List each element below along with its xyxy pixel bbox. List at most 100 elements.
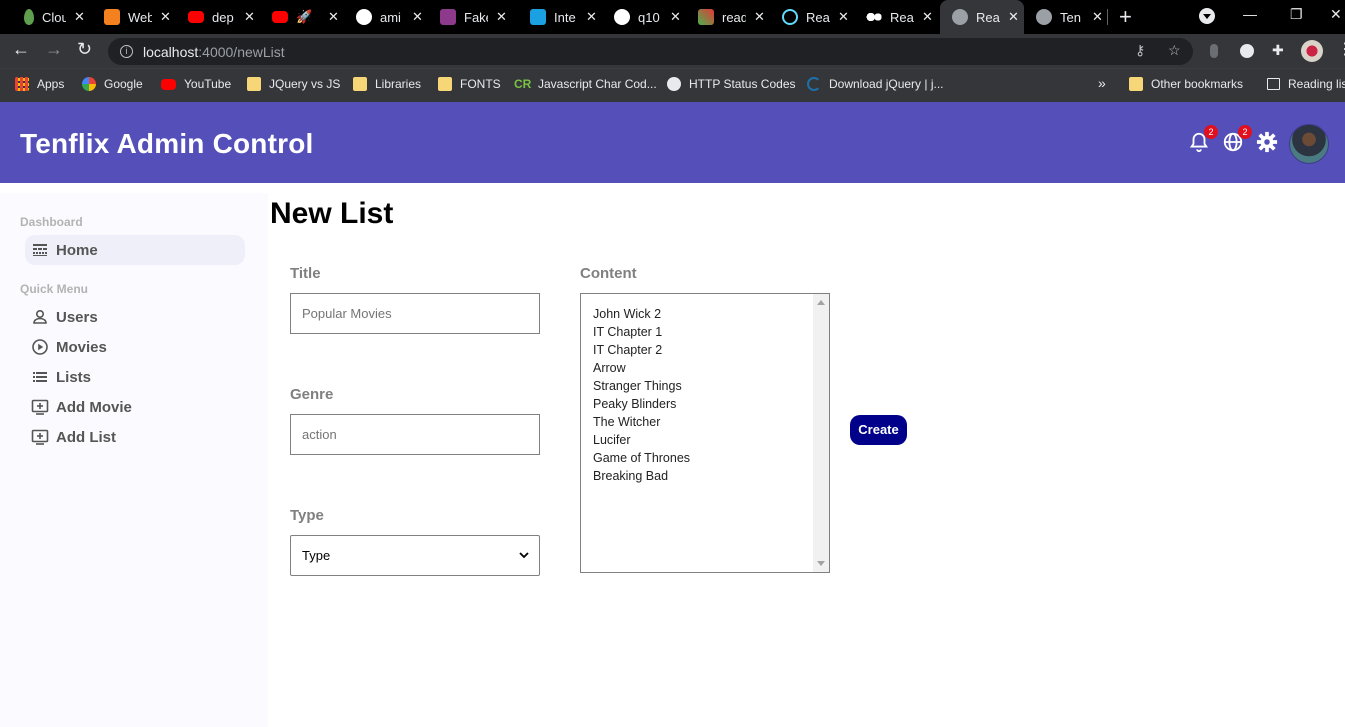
extension-icon[interactable] <box>1210 44 1218 58</box>
password-key-icon[interactable]: ⚷ <box>1135 42 1145 59</box>
bookmark-apps[interactable]: Apps <box>15 77 64 91</box>
browser-tab[interactable]: Inte ✕ <box>518 0 602 34</box>
content-option[interactable]: Peaky Blinders <box>593 395 690 413</box>
bookmark-folder-fonts[interactable]: FONTS <box>438 77 501 91</box>
user-avatar[interactable] <box>1289 124 1329 164</box>
youtube-icon <box>161 78 176 90</box>
close-tab-icon[interactable]: ✕ <box>328 9 339 25</box>
close-window-button[interactable]: ✕ <box>1330 6 1342 23</box>
content-option[interactable]: Stranger Things <box>593 377 690 395</box>
sidebar-item-users[interactable]: Users <box>25 302 245 332</box>
close-tab-icon[interactable]: ✕ <box>244 9 255 25</box>
content-scrollbar[interactable] <box>813 294 829 572</box>
browser-tab-strip: Cloud✕ Web✕ dep✕ 🚀✕ ami✕ Fake✕ Inte✕ q10… <box>0 0 1345 34</box>
sidebar-item-add-list[interactable]: Add List <box>25 422 245 452</box>
bookmark-other-bookmarks[interactable]: Other bookmarks <box>1129 77 1243 91</box>
language-badge: 2 <box>1238 125 1252 139</box>
bookmark-youtube[interactable]: YouTube <box>161 77 231 91</box>
back-arrow-icon[interactable]: ← <box>12 39 30 60</box>
bookmark-star-icon[interactable]: ☆ <box>1168 42 1181 59</box>
sidebar-item-lists[interactable]: Lists <box>25 362 245 392</box>
profile-avatar[interactable] <box>1301 40 1323 62</box>
close-tab-icon[interactable]: ✕ <box>922 9 933 25</box>
address-bar[interactable]: i localhost:4000/newList <box>108 38 1193 65</box>
sidebar-section-dashboard: Dashboard <box>20 215 83 229</box>
list-icon <box>33 372 47 382</box>
sidebar-item-movies[interactable]: Movies <box>25 332 245 362</box>
content-option[interactable]: IT Chapter 2 <box>593 341 690 359</box>
restore-window-button[interactable]: ❐ <box>1290 6 1303 23</box>
bookmark-javascript-char-codes[interactable]: CR Javascript Char Cod... <box>514 77 657 91</box>
content-option[interactable]: Lucifer <box>593 431 690 449</box>
content-option[interactable]: IT Chapter 1 <box>593 323 690 341</box>
page-title: New List <box>270 197 394 230</box>
sidebar-item-add-movie[interactable]: Add Movie <box>25 392 245 422</box>
browser-tab[interactable]: Web ✕ <box>92 0 176 34</box>
content-option[interactable]: Game of Thrones <box>593 449 690 467</box>
content-option[interactable]: Breaking Bad <box>593 467 690 485</box>
browser-tab-active[interactable]: Rea ✕ <box>940 0 1024 34</box>
browser-tab[interactable]: Fake✕ <box>428 0 512 34</box>
add-to-queue-icon <box>31 429 49 445</box>
browser-tab[interactable]: Rea ✕ <box>770 0 854 34</box>
create-button[interactable]: Create <box>850 415 907 445</box>
close-tab-icon[interactable]: ✕ <box>670 9 681 25</box>
browser-tab[interactable]: q10 ✕ <box>602 0 686 34</box>
bookmark-google[interactable]: Google <box>82 77 143 91</box>
close-tab-icon[interactable]: ✕ <box>1008 9 1019 25</box>
type-select[interactable]: Type <box>290 535 540 576</box>
minimize-window-button[interactable]: — <box>1243 6 1257 22</box>
bookmark-download-jquery[interactable]: Download jQuery | j... <box>807 77 944 91</box>
extensions-puzzle-icon[interactable]: ✚ <box>1272 42 1284 59</box>
tab-search-button[interactable] <box>1199 8 1215 24</box>
github-icon <box>614 9 630 25</box>
title-input[interactable]: Popular Movies <box>290 293 540 334</box>
sidebar-item-home[interactable]: Home <box>25 235 245 265</box>
folder-icon <box>353 77 367 91</box>
browser-tab[interactable]: Cloud✕ <box>12 0 92 34</box>
browser-tab[interactable]: Rea ✕ <box>854 0 938 34</box>
content-option[interactable]: John Wick 2 <box>593 305 690 323</box>
reading-list-icon <box>1267 78 1280 90</box>
scroll-up-arrow-icon[interactable] <box>817 300 825 305</box>
app-logo[interactable]: Tenflix Admin Control <box>20 128 314 160</box>
reload-icon[interactable]: ↻ <box>77 39 92 60</box>
browser-tab[interactable]: 🚀 ✕ <box>260 0 344 34</box>
browser-tab[interactable]: dep ✕ <box>176 0 260 34</box>
forward-arrow-icon[interactable]: → <box>45 39 63 60</box>
browser-tab[interactable]: ami ✕ <box>344 0 428 34</box>
site-info-icon[interactable]: i <box>120 45 133 58</box>
reading-list-button[interactable]: Reading list <box>1267 77 1345 91</box>
bookmark-folder-jquery-vs-js[interactable]: JQuery vs JS <box>247 77 340 91</box>
medium-icon <box>866 9 882 25</box>
bookmark-folder-libraries[interactable]: Libraries <box>353 77 421 91</box>
close-tab-icon[interactable]: ✕ <box>754 9 765 25</box>
new-tab-button[interactable]: + <box>1119 4 1132 30</box>
type-select-value: Type <box>302 548 331 563</box>
close-tab-icon[interactable]: ✕ <box>586 9 597 25</box>
content-option[interactable]: The Witcher <box>593 413 690 431</box>
content-option[interactable]: Arrow <box>593 359 690 377</box>
genre-input[interactable]: action <box>290 414 540 455</box>
content-multiselect[interactable]: John Wick 2 IT Chapter 1 IT Chapter 2 Ar… <box>580 293 830 573</box>
close-tab-icon[interactable]: ✕ <box>160 9 171 25</box>
chevron-down-icon <box>519 552 529 559</box>
github-icon <box>356 9 372 25</box>
close-tab-icon[interactable]: ✕ <box>74 9 85 25</box>
browser-tab[interactable]: Ten ✕ <box>1024 0 1108 34</box>
extension-circle-icon[interactable] <box>1240 44 1254 58</box>
close-tab-icon[interactable]: ✕ <box>838 9 849 25</box>
bookmarks-overflow-button[interactable]: » <box>1098 75 1106 91</box>
sparkle-icon <box>698 9 714 25</box>
browser-tab[interactable]: read ✕ <box>686 0 770 34</box>
language-button[interactable]: 2 <box>1222 125 1252 155</box>
cr-icon: CR <box>514 77 532 91</box>
bookmark-http-status-codes[interactable]: HTTP Status Codes <box>667 77 796 91</box>
menu-icon[interactable]: ⋮ <box>1337 39 1345 59</box>
notifications-button[interactable]: 2 <box>1188 125 1218 155</box>
close-tab-icon[interactable]: ✕ <box>496 9 507 25</box>
settings-button[interactable] <box>1256 131 1280 155</box>
close-tab-icon[interactable]: ✕ <box>412 9 423 25</box>
scroll-down-arrow-icon[interactable] <box>817 561 825 566</box>
close-tab-icon[interactable]: ✕ <box>1092 9 1103 25</box>
